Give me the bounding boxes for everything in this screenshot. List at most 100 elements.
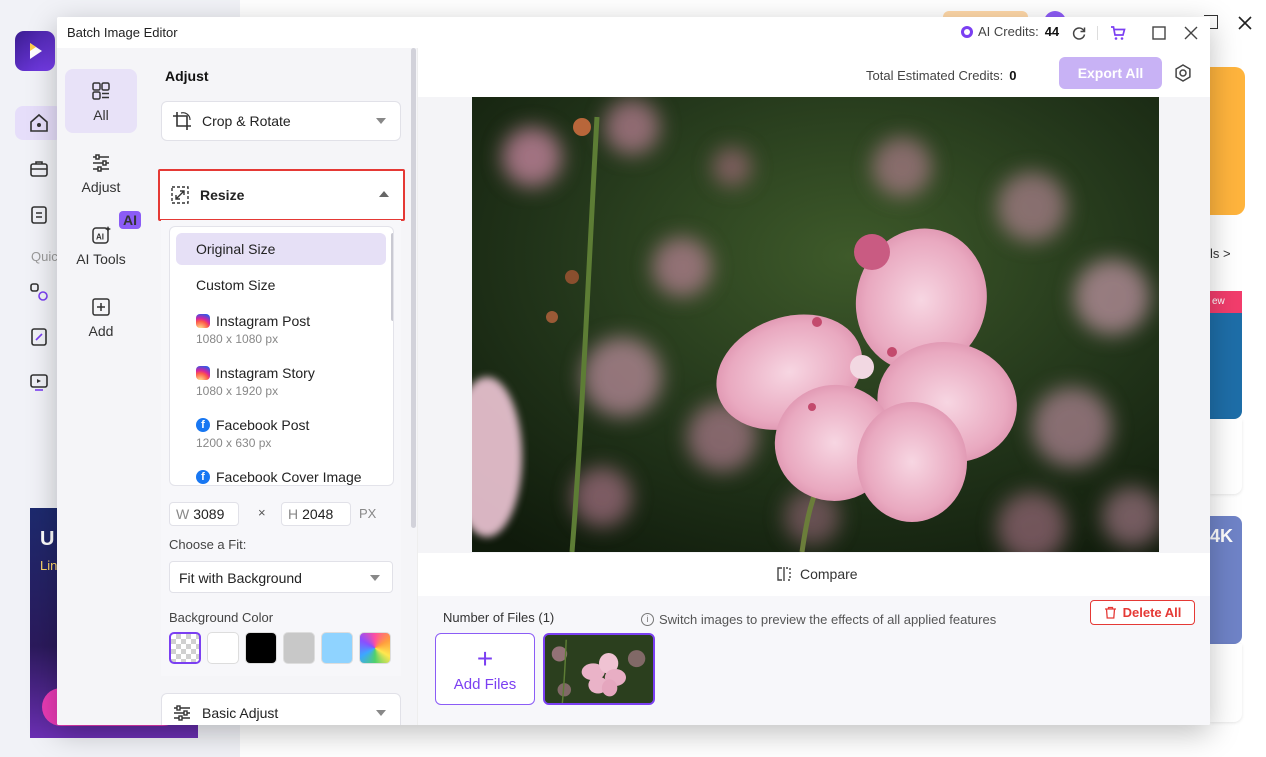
grid-icon <box>92 81 110 100</box>
size-item-instagram-story[interactable]: Instagram Story 1080 x 1920 px <box>176 359 386 405</box>
resize-icon <box>171 186 189 204</box>
size-item-name: Instagram Story <box>216 365 315 381</box>
size-item-name: Original Size <box>196 241 276 257</box>
preview-image[interactable] <box>472 97 1159 552</box>
home-icon <box>30 113 48 132</box>
ai-badge: AI <box>119 211 141 229</box>
tool-rail: All Adjust AI AI AI Tools Add <box>57 48 145 725</box>
toolbox-icon <box>30 161 48 177</box>
est-value: 0 <box>1009 68 1017 83</box>
swatch-custom-color[interactable] <box>359 632 391 664</box>
bg-nav-home[interactable] <box>15 106 63 140</box>
close-button[interactable] <box>1181 23 1201 43</box>
crop-rotate-section[interactable]: Crop & Rotate <box>161 101 401 141</box>
size-item-dims: 1080 x 1920 px <box>196 384 279 398</box>
plus-icon: + <box>476 642 494 674</box>
chevron-down-icon <box>376 710 386 716</box>
bg-nav-quick-3[interactable] <box>15 365 63 399</box>
batch-image-editor-window: Batch Image Editor AI Credits: 44 All Ad… <box>57 17 1210 725</box>
size-item-dims: 1080 x 1080 px <box>196 332 279 346</box>
app-logo-icon <box>15 31 55 71</box>
size-preset-list[interactable]: Original Size Custom Size Instagram Post… <box>169 226 394 486</box>
bg-card-blue[interactable]: ew <box>1210 291 1242 419</box>
panel-title: Adjust <box>165 68 209 84</box>
credits-coin-icon <box>961 25 973 38</box>
files-count: Number of Files (1) <box>443 610 555 625</box>
swatch-light-blue[interactable] <box>321 632 353 664</box>
refresh-credits-button[interactable] <box>1069 23 1089 43</box>
swatch-black[interactable] <box>245 632 277 664</box>
info-icon: i <box>641 613 654 626</box>
maximize-button[interactable] <box>1149 23 1169 43</box>
sliders-icon <box>174 705 190 721</box>
bg-card-blue-footer <box>1210 419 1242 494</box>
rail-item-ai-tools[interactable]: AI AI AI Tools <box>65 211 141 277</box>
swap-icon <box>30 283 48 301</box>
files-hint-text: Switch images to preview the effects of … <box>659 612 997 627</box>
edit-doc-icon <box>31 328 47 346</box>
resize-section[interactable]: Resize <box>158 169 405 221</box>
maximize-icon <box>1152 26 1166 40</box>
plus-square-icon <box>92 297 110 316</box>
delete-all-button[interactable]: Delete All <box>1090 600 1195 625</box>
delete-all-label: Delete All <box>1122 605 1182 620</box>
panel-scrollbar[interactable] <box>411 48 416 528</box>
rail-label-ai-tools: AI Tools <box>76 250 126 267</box>
file-thumbnail[interactable] <box>543 633 655 705</box>
image-preview-wrapper <box>418 97 1210 553</box>
size-item-instagram-post[interactable]: Instagram Post 1080 x 1080 px <box>176 307 386 353</box>
crop-icon <box>173 112 191 130</box>
bg-nav-toolbox[interactable] <box>15 152 63 186</box>
swatch-gray[interactable] <box>283 632 315 664</box>
size-item-custom[interactable]: Custom Size <box>176 269 386 301</box>
size-item-facebook-cover[interactable]: f Facebook Cover Image <box>176 463 386 485</box>
est-label: Total Estimated Credits: <box>866 68 1004 83</box>
cart-button[interactable] <box>1108 23 1128 43</box>
rail-label-adjust: Adjust <box>81 178 121 195</box>
preview-area: Total Estimated Credits: 0 Export All Co… <box>417 48 1210 725</box>
swatch-white[interactable] <box>207 632 239 664</box>
size-item-name: Instagram Post <box>216 313 311 329</box>
size-list-scrollbar[interactable] <box>391 233 393 321</box>
compare-icon <box>777 567 791 581</box>
compare-button[interactable]: Compare <box>776 566 858 582</box>
ai-icon: AI <box>92 225 111 244</box>
rail-item-add[interactable]: Add <box>65 285 137 349</box>
width-value: 3089 <box>193 506 225 522</box>
export-all-button[interactable]: Export All <box>1059 57 1162 89</box>
rail-label-add: Add <box>88 322 114 339</box>
size-item-dims: 1200 x 630 px <box>196 436 272 450</box>
crop-rotate-label: Crop & Rotate <box>202 113 291 129</box>
bg-see-all-link[interactable]: ls > <box>1210 246 1231 261</box>
basic-adjust-section[interactable]: Basic Adjust <box>161 693 401 725</box>
bg-nav-quick-2[interactable] <box>15 320 63 354</box>
bg-card-orange[interactable] <box>1210 67 1245 215</box>
width-input[interactable]: W 3089 <box>169 502 239 526</box>
width-key: W <box>176 506 190 522</box>
bg-close-icon[interactable] <box>1236 14 1254 32</box>
size-item-facebook-post[interactable]: f Facebook Post 1200 x 630 px <box>176 411 386 457</box>
background-color-label: Background Color <box>169 610 274 625</box>
rail-item-all[interactable]: All <box>65 69 137 133</box>
rail-item-adjust[interactable]: Adjust <box>65 141 137 205</box>
bg-new-tag: ew <box>1210 291 1242 313</box>
facebook-icon: f <box>196 418 210 432</box>
height-input[interactable]: H 2048 <box>281 502 351 526</box>
size-item-original[interactable]: Original Size <box>176 233 386 265</box>
fit-dropdown[interactable]: Fit with Background <box>169 561 393 593</box>
titlebar-separator <box>1097 26 1098 40</box>
chevron-down-icon <box>376 118 386 124</box>
unit-label: PX <box>359 506 377 521</box>
swatch-transparent[interactable] <box>169 632 201 664</box>
bg-nav-files[interactable] <box>15 198 63 232</box>
bg-card-4k[interactable]: 4K <box>1210 516 1242 644</box>
fit-label: Choose a Fit: <box>169 537 247 552</box>
cart-icon <box>1111 26 1126 40</box>
settings-icon[interactable] <box>1173 63 1193 83</box>
height-value: 2048 <box>302 506 334 522</box>
document-icon <box>31 206 47 224</box>
bg-nav-quick-1[interactable] <box>15 275 63 309</box>
files-strip: Number of Files (1) i Switch images to p… <box>418 596 1210 725</box>
add-files-button[interactable]: + Add Files <box>435 633 535 705</box>
sliders-icon <box>93 153 109 172</box>
